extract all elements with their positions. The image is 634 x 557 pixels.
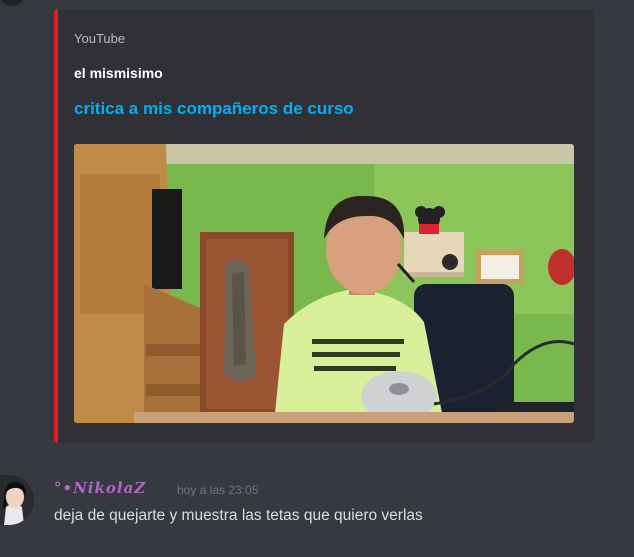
message-timestamp: hoy a las 23:05 <box>177 483 259 497</box>
previous-message-fragment <box>0 0 634 6</box>
avatar[interactable] <box>0 475 34 525</box>
embed-title-link[interactable]: critica a mis compañeros de curso <box>74 99 354 119</box>
message-username[interactable]: °•𝑵𝒊𝒌𝒐𝒍𝒂𝒁 <box>54 479 146 497</box>
chat-message: °•𝑵𝒊𝒌𝒐𝒍𝒂𝒁 hoy a las 23:05 deja de quejar… <box>0 470 634 540</box>
video-frame-image <box>74 144 574 423</box>
message-content: deja de quejarte y muestra las tetas que… <box>54 507 423 524</box>
embed-provider[interactable]: YouTube <box>74 31 125 46</box>
embed-author[interactable]: el mismisimo <box>74 65 163 81</box>
avatar-image <box>0 475 34 525</box>
video-thumbnail[interactable] <box>74 144 574 423</box>
avatar[interactable] <box>0 0 24 6</box>
youtube-embed: YouTube el mismisimo critica a mis compa… <box>54 9 594 443</box>
